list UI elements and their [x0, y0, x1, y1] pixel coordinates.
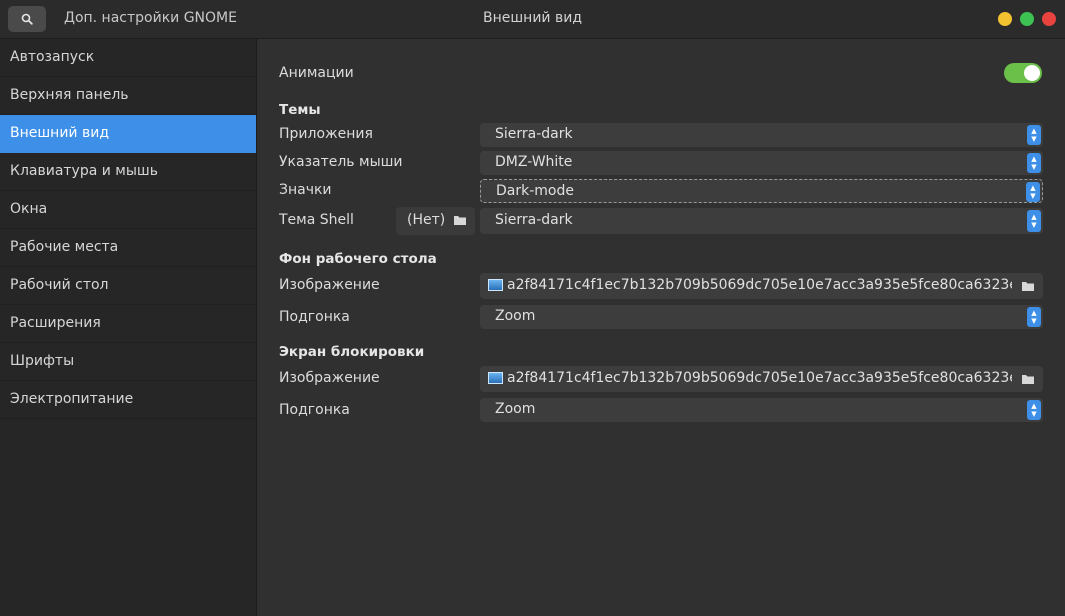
- animations-label: Анимации: [279, 65, 354, 81]
- close-button[interactable]: [1042, 12, 1056, 26]
- background-adjustment-select[interactable]: Zoom ▲ ▼: [480, 305, 1043, 329]
- background-image-filename: a2f84171c4f1ec7b132b709b5069dc705e10e7ac…: [507, 277, 1012, 293]
- lockscreen-header: Экран блокировки: [279, 344, 425, 360]
- sidebar-item-workspaces[interactable]: Рабочие места: [0, 229, 256, 267]
- lockscreen-image-label: Изображение: [279, 370, 380, 386]
- updown-arrows-icon: ▲ ▼: [1027, 400, 1041, 420]
- shell-theme-value: Sierra-dark: [495, 212, 573, 228]
- shell-theme-label: Тема Shell: [279, 212, 354, 228]
- background-adjustment-value: Zoom: [495, 308, 536, 324]
- maximize-button[interactable]: [1020, 12, 1034, 26]
- background-image-chooser[interactable]: a2f84171c4f1ec7b132b709b5069dc705e10e7ac…: [480, 273, 1043, 299]
- sidebar-item-desktop[interactable]: Рабочий стол: [0, 267, 256, 305]
- folder-icon: [1022, 375, 1034, 384]
- animations-toggle[interactable]: [1004, 63, 1042, 83]
- cursor-theme-label: Указатель мыши: [279, 154, 403, 170]
- updown-arrows-icon: ▲ ▼: [1027, 153, 1041, 173]
- sidebar-item-top-bar[interactable]: Верхняя панель: [0, 77, 256, 115]
- sidebar: Автозапуск Верхняя панель Внешний вид Кл…: [0, 39, 257, 616]
- search-button[interactable]: [8, 6, 46, 32]
- applications-theme-label: Приложения: [279, 126, 373, 142]
- folder-icon: [1022, 282, 1034, 291]
- sidebar-item-keyboard-mouse[interactable]: Клавиатура и мышь: [0, 153, 256, 191]
- search-icon: [21, 13, 33, 25]
- toggle-knob: [1024, 65, 1040, 81]
- updown-arrows-icon: ▲ ▼: [1027, 210, 1041, 232]
- cursor-theme-select[interactable]: DMZ-White ▲ ▼: [480, 151, 1043, 175]
- header-bar: Доп. настройки GNOME Внешний вид: [0, 0, 1065, 39]
- themes-header: Темы: [279, 102, 321, 118]
- image-file-icon: [488, 372, 503, 384]
- lockscreen-adjustment-label: Подгонка: [279, 402, 350, 418]
- sidebar-item-windows[interactable]: Окна: [0, 191, 256, 229]
- sidebar-item-startup[interactable]: Автозапуск: [0, 39, 256, 77]
- updown-arrows-icon: ▲ ▼: [1027, 125, 1041, 145]
- background-header: Фон рабочего стола: [279, 251, 437, 267]
- cursor-theme-value: DMZ-White: [495, 154, 573, 170]
- background-adjustment-label: Подгонка: [279, 309, 350, 325]
- app-title: Доп. настройки GNOME: [64, 10, 237, 26]
- lockscreen-image-filename: a2f84171c4f1ec7b132b709b5069dc705e10e7ac…: [507, 370, 1012, 386]
- shell-theme-file-button[interactable]: (Нет): [396, 207, 475, 235]
- icons-theme-select[interactable]: Dark-mode ▲ ▼: [480, 179, 1043, 203]
- background-image-label: Изображение: [279, 277, 380, 293]
- sidebar-item-fonts[interactable]: Шрифты: [0, 343, 256, 381]
- lockscreen-image-chooser[interactable]: a2f84171c4f1ec7b132b709b5069dc705e10e7ac…: [480, 366, 1043, 392]
- icons-theme-value: Dark-mode: [496, 183, 574, 199]
- sidebar-item-extensions[interactable]: Расширения: [0, 305, 256, 343]
- shell-theme-file-label: (Нет): [407, 212, 446, 228]
- main-panel: Анимации Темы Приложения Sierra-dark ▲ ▼ …: [257, 39, 1065, 616]
- shell-theme-select[interactable]: Sierra-dark ▲ ▼: [480, 208, 1043, 234]
- updown-arrows-icon: ▲ ▼: [1027, 307, 1041, 327]
- sidebar-item-power[interactable]: Электропитание: [0, 381, 256, 419]
- minimize-button[interactable]: [998, 12, 1012, 26]
- icons-theme-label: Значки: [279, 182, 332, 198]
- lockscreen-adjustment-value: Zoom: [495, 401, 536, 417]
- applications-theme-select[interactable]: Sierra-dark ▲ ▼: [480, 123, 1043, 147]
- lockscreen-adjustment-select[interactable]: Zoom ▲ ▼: [480, 398, 1043, 422]
- folder-icon: [454, 216, 466, 225]
- updown-arrows-icon: ▲ ▼: [1026, 182, 1040, 202]
- applications-theme-value: Sierra-dark: [495, 126, 573, 142]
- sidebar-item-appearance[interactable]: Внешний вид: [0, 115, 256, 153]
- image-file-icon: [488, 279, 503, 291]
